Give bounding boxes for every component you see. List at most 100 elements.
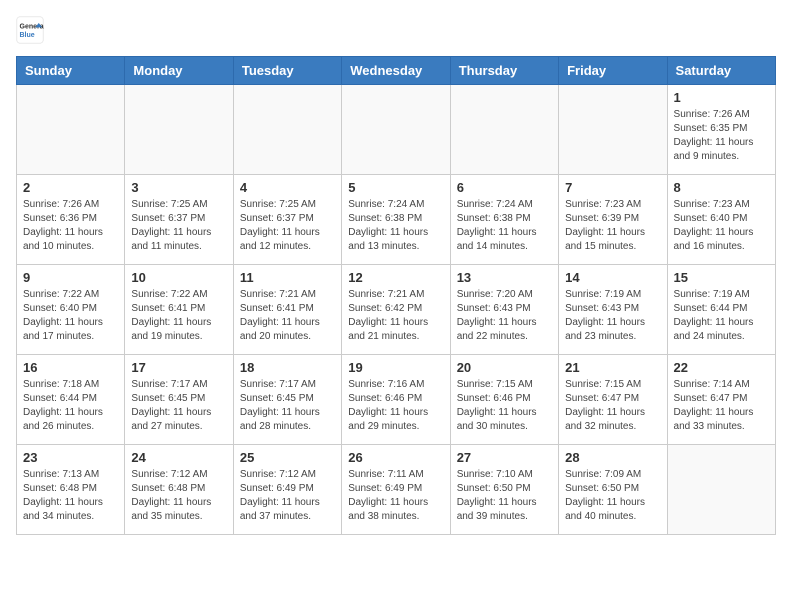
- day-info: Sunrise: 7:19 AM Sunset: 6:44 PM Dayligh…: [674, 288, 769, 344]
- day-info: Sunrise: 7:19 AM Sunset: 6:43 PM Dayligh…: [565, 288, 660, 344]
- calendar-cell: 21 Sunrise: 7:15 AM Sunset: 6:47 PM Dayli…: [559, 355, 667, 445]
- day-number: 11: [240, 270, 335, 285]
- day-number: 2: [23, 180, 118, 195]
- calendar-cell: 6 Sunrise: 7:24 AM Sunset: 6:38 PM Daylig…: [450, 175, 558, 265]
- calendar-cell: 2 Sunrise: 7:26 AM Sunset: 6:36 PM Daylig…: [17, 175, 125, 265]
- day-number: 13: [457, 270, 552, 285]
- day-info: Sunrise: 7:12 AM Sunset: 6:49 PM Dayligh…: [240, 468, 335, 524]
- calendar-header: SundayMondayTuesdayWednesdayThursdayFrid…: [17, 57, 776, 85]
- svg-text:Blue: Blue: [20, 32, 35, 39]
- weekday-header-friday: Friday: [559, 57, 667, 85]
- day-info: Sunrise: 7:13 AM Sunset: 6:48 PM Dayligh…: [23, 468, 118, 524]
- day-info: Sunrise: 7:25 AM Sunset: 6:37 PM Dayligh…: [131, 198, 226, 254]
- week-row-0: 1 Sunrise: 7:26 AM Sunset: 6:35 PM Daylig…: [17, 85, 776, 175]
- day-info: Sunrise: 7:23 AM Sunset: 6:39 PM Dayligh…: [565, 198, 660, 254]
- day-number: 23: [23, 450, 118, 465]
- day-number: 9: [23, 270, 118, 285]
- weekday-header-wednesday: Wednesday: [342, 57, 450, 85]
- day-number: 18: [240, 360, 335, 375]
- calendar-cell: 7 Sunrise: 7:23 AM Sunset: 6:39 PM Daylig…: [559, 175, 667, 265]
- day-info: Sunrise: 7:17 AM Sunset: 6:45 PM Dayligh…: [131, 378, 226, 434]
- day-number: 16: [23, 360, 118, 375]
- day-info: Sunrise: 7:11 AM Sunset: 6:49 PM Dayligh…: [348, 468, 443, 524]
- calendar-cell: 4 Sunrise: 7:25 AM Sunset: 6:37 PM Daylig…: [233, 175, 341, 265]
- day-number: 20: [457, 360, 552, 375]
- day-number: 21: [565, 360, 660, 375]
- day-info: Sunrise: 7:26 AM Sunset: 6:35 PM Dayligh…: [674, 108, 769, 164]
- calendar-cell: 16 Sunrise: 7:18 AM Sunset: 6:44 PM Dayli…: [17, 355, 125, 445]
- calendar-cell: 5 Sunrise: 7:24 AM Sunset: 6:38 PM Daylig…: [342, 175, 450, 265]
- calendar-cell: 28 Sunrise: 7:09 AM Sunset: 6:50 PM Dayli…: [559, 445, 667, 535]
- calendar-cell: [559, 85, 667, 175]
- calendar-cell: 12 Sunrise: 7:21 AM Sunset: 6:42 PM Dayli…: [342, 265, 450, 355]
- calendar-cell: 26 Sunrise: 7:11 AM Sunset: 6:49 PM Dayli…: [342, 445, 450, 535]
- day-number: 15: [674, 270, 769, 285]
- calendar-cell: 10 Sunrise: 7:22 AM Sunset: 6:41 PM Dayli…: [125, 265, 233, 355]
- day-info: Sunrise: 7:23 AM Sunset: 6:40 PM Dayligh…: [674, 198, 769, 254]
- weekday-row: SundayMondayTuesdayWednesdayThursdayFrid…: [17, 57, 776, 85]
- day-number: 6: [457, 180, 552, 195]
- day-info: Sunrise: 7:12 AM Sunset: 6:48 PM Dayligh…: [131, 468, 226, 524]
- day-info: Sunrise: 7:09 AM Sunset: 6:50 PM Dayligh…: [565, 468, 660, 524]
- calendar-cell: 15 Sunrise: 7:19 AM Sunset: 6:44 PM Dayli…: [667, 265, 775, 355]
- weekday-header-thursday: Thursday: [450, 57, 558, 85]
- calendar-cell: [233, 85, 341, 175]
- calendar-cell: [17, 85, 125, 175]
- week-row-2: 9 Sunrise: 7:22 AM Sunset: 6:40 PM Daylig…: [17, 265, 776, 355]
- day-number: 12: [348, 270, 443, 285]
- calendar-cell: 3 Sunrise: 7:25 AM Sunset: 6:37 PM Daylig…: [125, 175, 233, 265]
- calendar-cell: 23 Sunrise: 7:13 AM Sunset: 6:48 PM Dayli…: [17, 445, 125, 535]
- day-info: Sunrise: 7:21 AM Sunset: 6:42 PM Dayligh…: [348, 288, 443, 344]
- day-number: 25: [240, 450, 335, 465]
- week-row-4: 23 Sunrise: 7:13 AM Sunset: 6:48 PM Dayli…: [17, 445, 776, 535]
- calendar-cell: 11 Sunrise: 7:21 AM Sunset: 6:41 PM Dayli…: [233, 265, 341, 355]
- calendar-cell: [342, 85, 450, 175]
- day-info: Sunrise: 7:17 AM Sunset: 6:45 PM Dayligh…: [240, 378, 335, 434]
- weekday-header-tuesday: Tuesday: [233, 57, 341, 85]
- calendar-body: 1 Sunrise: 7:26 AM Sunset: 6:35 PM Daylig…: [17, 85, 776, 535]
- calendar-cell: 8 Sunrise: 7:23 AM Sunset: 6:40 PM Daylig…: [667, 175, 775, 265]
- day-number: 24: [131, 450, 226, 465]
- day-info: Sunrise: 7:24 AM Sunset: 6:38 PM Dayligh…: [457, 198, 552, 254]
- day-number: 17: [131, 360, 226, 375]
- day-number: 26: [348, 450, 443, 465]
- calendar-cell: 9 Sunrise: 7:22 AM Sunset: 6:40 PM Daylig…: [17, 265, 125, 355]
- calendar-cell: 22Sunrise: 7:14 AM Sunset: 6:47 PM Dayli…: [667, 355, 775, 445]
- day-number: 19: [348, 360, 443, 375]
- day-info: Sunrise: 7:26 AM Sunset: 6:36 PM Dayligh…: [23, 198, 118, 254]
- day-number: 1: [674, 90, 769, 105]
- weekday-header-saturday: Saturday: [667, 57, 775, 85]
- calendar-cell: 1 Sunrise: 7:26 AM Sunset: 6:35 PM Daylig…: [667, 85, 775, 175]
- day-info: Sunrise: 7:21 AM Sunset: 6:41 PM Dayligh…: [240, 288, 335, 344]
- day-info: Sunrise: 7:15 AM Sunset: 6:47 PM Dayligh…: [565, 378, 660, 434]
- calendar-cell: 20 Sunrise: 7:15 AM Sunset: 6:46 PM Dayli…: [450, 355, 558, 445]
- page-header: General Blue: [16, 16, 776, 44]
- day-info: Sunrise: 7:22 AM Sunset: 6:40 PM Dayligh…: [23, 288, 118, 344]
- day-info: Sunrise: 7:24 AM Sunset: 6:38 PM Dayligh…: [348, 198, 443, 254]
- day-info: Sunrise: 7:15 AM Sunset: 6:46 PM Dayligh…: [457, 378, 552, 434]
- calendar-cell: 13Sunrise: 7:20 AM Sunset: 6:43 PM Dayli…: [450, 265, 558, 355]
- day-number: 4: [240, 180, 335, 195]
- calendar-cell: [667, 445, 775, 535]
- day-number: 27: [457, 450, 552, 465]
- day-number: 8: [674, 180, 769, 195]
- logo: General Blue: [16, 16, 48, 44]
- day-info: Sunrise: 7:25 AM Sunset: 6:37 PM Dayligh…: [240, 198, 335, 254]
- calendar-cell: 14 Sunrise: 7:19 AM Sunset: 6:43 PM Dayli…: [559, 265, 667, 355]
- day-number: 7: [565, 180, 660, 195]
- day-info: Sunrise: 7:22 AM Sunset: 6:41 PM Dayligh…: [131, 288, 226, 344]
- day-number: 28: [565, 450, 660, 465]
- day-number: 10: [131, 270, 226, 285]
- calendar-cell: 24 Sunrise: 7:12 AM Sunset: 6:48 PM Dayli…: [125, 445, 233, 535]
- calendar-cell: 25 Sunrise: 7:12 AM Sunset: 6:49 PM Dayli…: [233, 445, 341, 535]
- day-number: 14: [565, 270, 660, 285]
- calendar-cell: 17 Sunrise: 7:17 AM Sunset: 6:45 PM Dayli…: [125, 355, 233, 445]
- day-info: Sunrise: 7:18 AM Sunset: 6:44 PM Dayligh…: [23, 378, 118, 434]
- weekday-header-monday: Monday: [125, 57, 233, 85]
- calendar-table: SundayMondayTuesdayWednesdayThursdayFrid…: [16, 56, 776, 535]
- day-number: 3: [131, 180, 226, 195]
- calendar-cell: [125, 85, 233, 175]
- calendar-cell: 27Sunrise: 7:10 AM Sunset: 6:50 PM Dayli…: [450, 445, 558, 535]
- day-number: 5: [348, 180, 443, 195]
- day-number: 22: [674, 360, 769, 375]
